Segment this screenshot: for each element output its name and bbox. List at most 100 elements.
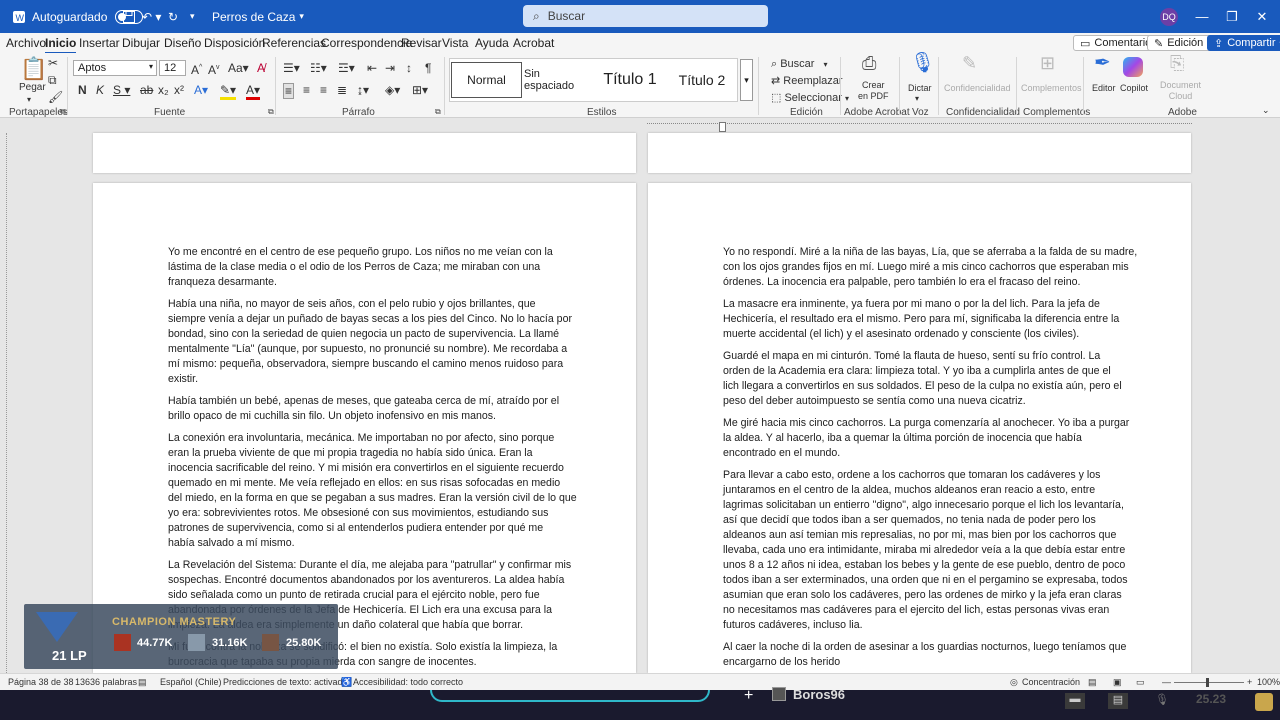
text-effects-icon[interactable]: A▾ (194, 83, 208, 97)
line-spacing-icon[interactable]: ↨▾ (357, 83, 369, 97)
web-layout-icon[interactable]: ▭ (1136, 677, 1145, 688)
font-name-select[interactable]: Aptos ▾ (73, 60, 157, 76)
underline-icon[interactable]: S ▾ (113, 83, 130, 97)
print-layout-icon[interactable]: ▣ (1113, 677, 1122, 688)
style-no-spacing[interactable]: Sin espaciado (524, 62, 592, 98)
italic-icon[interactable]: K (96, 83, 104, 97)
microphone-icon[interactable]: 🎙 (910, 53, 935, 73)
undo-icon[interactable]: ↶ ▾ (142, 0, 161, 33)
accessibility-status[interactable]: Accesibilidad: todo correcto (353, 677, 463, 687)
style-heading-1[interactable]: Título 1 (596, 62, 664, 98)
change-case-icon[interactable]: Aa▾ (228, 61, 249, 75)
zoom-slider[interactable] (1174, 682, 1244, 683)
editor-button[interactable]: Editor (1092, 81, 1116, 95)
superscript-icon[interactable]: x² (174, 83, 184, 97)
save-icon[interactable] (122, 0, 136, 33)
tab-acrobat[interactable]: Acrobat (513, 36, 554, 50)
add-ins-icon[interactable]: ⊞ (1040, 54, 1055, 72)
style-normal[interactable]: Normal (451, 62, 522, 98)
grow-font-icon[interactable]: A^ (191, 61, 202, 77)
paragraph[interactable]: Guardé el mapa en mi cinturón. Tomé la f… (723, 349, 1122, 409)
clear-formatting-icon[interactable]: A̸ (257, 61, 265, 75)
close-icon[interactable]: ✕ (1245, 0, 1279, 33)
numbering-icon[interactable]: ☷▾ (310, 61, 327, 75)
tab-revisar[interactable]: Revisar (401, 36, 442, 50)
editor-icon[interactable]: ✒ (1094, 53, 1111, 73)
strikethrough-icon[interactable]: ab (140, 83, 153, 97)
complements-button[interactable]: Complementos (1021, 81, 1082, 95)
minimize-icon[interactable]: — (1185, 0, 1219, 33)
indent-marker-icon[interactable] (719, 122, 726, 132)
paragraph[interactable]: Había también un bebé, apenas de meses, … (168, 394, 559, 424)
tab-correspondencia[interactable]: Correspondencia (321, 36, 412, 50)
tab-insertar[interactable]: Insertar (79, 36, 120, 50)
styles-more-icon[interactable]: ▾ (740, 59, 753, 101)
redo-icon[interactable]: ↻ (168, 0, 178, 33)
document-title[interactable]: Perros de Caza ▾ (212, 0, 304, 33)
document-cloud-icon[interactable]: ⎘ (1170, 54, 1184, 72)
copilot-button[interactable]: Copilot (1120, 81, 1148, 95)
tab-disposicion[interactable]: Disposición (204, 36, 265, 50)
show-marks-icon[interactable]: ¶ (425, 61, 431, 75)
font-size-select[interactable]: 12 (159, 60, 186, 76)
social-icon[interactable]: ▤ (1108, 693, 1128, 709)
search-box[interactable]: ⌕ Buscar (523, 5, 768, 27)
collapse-ribbon-icon[interactable]: ⌄ (1262, 103, 1270, 117)
dialog-launcher-icon[interactable]: ⧉ (60, 107, 66, 117)
justify-icon[interactable]: ≣ (337, 83, 347, 97)
borders-icon[interactable]: ⊞▾ (412, 83, 428, 97)
avatar[interactable]: DQ (1160, 8, 1178, 26)
read-mode-icon[interactable]: ▤ (1088, 677, 1097, 688)
find-button[interactable]: ⌕ Buscar ▾ (771, 57, 828, 72)
share-button[interactable]: ⇪ Compartir ▾ (1207, 35, 1280, 51)
text-predictions[interactable]: Predicciones de texto: activado (223, 677, 348, 687)
copy-icon[interactable]: ⧉ (48, 73, 57, 87)
paragraph[interactable]: La masacre era inminente, ya fuera por m… (723, 297, 1119, 342)
tab-dibujar[interactable]: Dibujar (122, 36, 160, 50)
tab-diseno[interactable]: Diseño (164, 36, 201, 50)
tab-referencias[interactable]: Referencias (262, 36, 326, 50)
multilevel-list-icon[interactable]: ☲▾ (338, 61, 355, 75)
page-count[interactable]: Página 38 de 38 (8, 677, 74, 687)
paragraph[interactable]: Para llevar a cabo esto, ordene a los ca… (723, 468, 1128, 633)
align-right-icon[interactable]: ≡ (320, 83, 327, 97)
sensitivity-icon[interactable]: ✎ (962, 54, 977, 72)
create-pdf-icon[interactable]: ⎙ (862, 54, 876, 72)
paragraph[interactable]: Yo no respondí. Miré a la niña de las ba… (723, 245, 1137, 290)
document-page-left[interactable]: Yo me encontré en el centro de ese peque… (93, 183, 636, 673)
zoom-level[interactable]: 100% (1257, 677, 1280, 687)
shrink-font-icon[interactable]: Av (208, 61, 220, 77)
increase-indent-icon[interactable]: ⇥ (385, 61, 395, 75)
copilot-icon[interactable] (1123, 57, 1143, 77)
zoom-out-icon[interactable]: — (1162, 677, 1171, 687)
font-color-icon[interactable]: A▾ (246, 83, 261, 100)
align-left-icon[interactable]: ≡ (283, 83, 295, 99)
paragraph[interactable]: Yo me encontré en el centro de ese peque… (168, 245, 553, 290)
focus-mode[interactable]: Concentración (1022, 677, 1080, 687)
plus-icon[interactable]: + (744, 687, 753, 705)
shading-icon[interactable]: ◈▾ (385, 83, 400, 97)
align-center-icon[interactable]: ≡ (303, 83, 310, 97)
word-count[interactable]: 13636 palabras (75, 677, 137, 687)
paragraph[interactable]: La conexión era involuntaria, mecánica. … (168, 431, 577, 551)
customize-quick-access-icon[interactable]: ▾ (190, 0, 195, 33)
format-painter-icon[interactable]: 🖌 (48, 90, 63, 104)
bullets-icon[interactable]: ☰▾ (283, 61, 300, 75)
tab-archivo[interactable]: Archivo (6, 36, 46, 50)
microphone-icon[interactable]: 🎙 (1152, 693, 1172, 709)
document-cloud-button[interactable]: Document Cloud (1160, 80, 1201, 102)
confidentiality-button[interactable]: Confidencialidad (944, 81, 1011, 95)
dialog-launcher-icon[interactable]: ⧉ (268, 107, 274, 117)
zoom-in-icon[interactable]: + (1247, 677, 1252, 687)
document-page-right[interactable]: Yo no respondí. Miré a la niña de las ba… (648, 183, 1191, 673)
tab-ayuda[interactable]: Ayuda (475, 36, 509, 50)
zoom-slider-thumb[interactable] (1206, 678, 1209, 687)
highlight-icon[interactable]: ✎▾ (220, 83, 237, 100)
paste-icon[interactable]: 📋 (20, 57, 47, 81)
proofing-icon[interactable]: ▤ (138, 677, 147, 688)
restore-icon[interactable]: ❐ (1215, 0, 1249, 33)
chevron-down-icon[interactable]: ▾ (915, 92, 919, 106)
replace-button[interactable]: ⇄ Reemplazar (771, 74, 843, 88)
language[interactable]: Español (Chile) (160, 677, 222, 687)
paragraph[interactable]: Había una niña, no mayor de seis años, c… (168, 297, 572, 387)
